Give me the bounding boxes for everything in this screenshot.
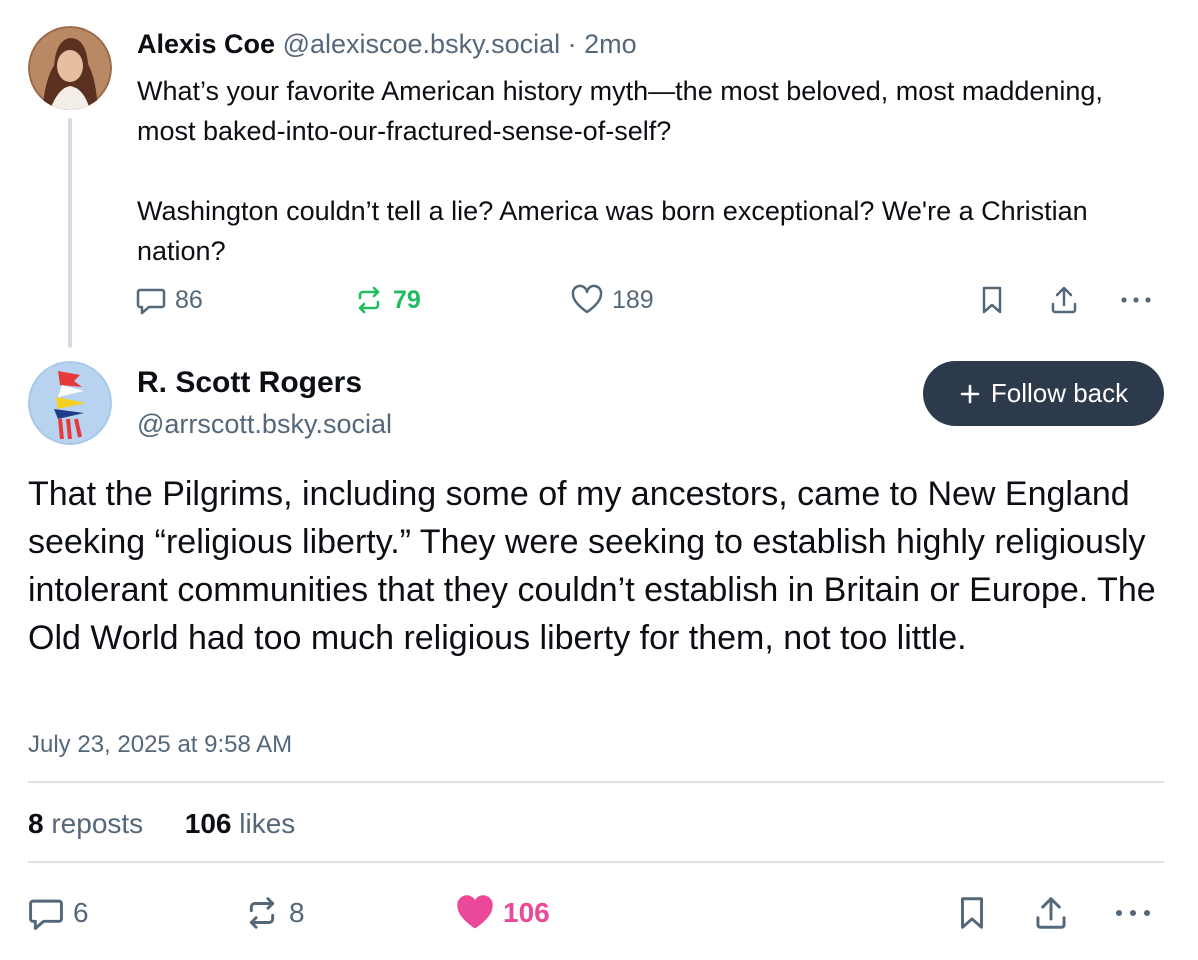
bookmark-button[interactable] bbox=[954, 894, 990, 932]
repost-count: 79 bbox=[393, 285, 421, 314]
reposts-count: 8 bbox=[28, 808, 44, 839]
engagement-stats: 8 reposts 106 likes bbox=[28, 806, 295, 842]
share-button[interactable] bbox=[1048, 284, 1080, 316]
author-handle[interactable]: @alexiscoe.bsky.social bbox=[283, 29, 561, 59]
parent-post-header: Alexis Coe @alexiscoe.bsky.social · 2mo bbox=[137, 27, 637, 61]
likes-count: 106 bbox=[184, 808, 232, 839]
post-age[interactable]: 2mo bbox=[584, 29, 637, 59]
post-timestamp[interactable]: July 23, 2025 at 9:58 AM bbox=[28, 730, 292, 760]
reply-author-name[interactable]: R. Scott Rogers bbox=[137, 364, 362, 402]
more-button[interactable] bbox=[1118, 284, 1154, 316]
header-separator: · bbox=[567, 29, 577, 59]
like-button[interactable]: 189 bbox=[570, 284, 654, 316]
reply-button[interactable]: 86 bbox=[135, 284, 203, 316]
post-paragraph: What’s your favorite American history my… bbox=[137, 76, 1103, 146]
share-button[interactable] bbox=[1032, 894, 1070, 932]
follow-back-button[interactable]: Follow back bbox=[923, 361, 1164, 426]
speech-bubble-icon bbox=[136, 288, 166, 315]
bookmark-button[interactable] bbox=[977, 284, 1007, 316]
reply-count: 6 bbox=[73, 897, 89, 928]
post-paragraph: Washington couldn’t tell a lie? America … bbox=[137, 196, 1088, 266]
plus-icon bbox=[960, 384, 980, 403]
author-name[interactable]: Alexis Coe bbox=[137, 29, 275, 59]
reply-author-avatar[interactable] bbox=[28, 361, 112, 445]
author-avatar[interactable] bbox=[28, 26, 112, 110]
more-button[interactable] bbox=[1112, 894, 1154, 932]
heart-icon bbox=[571, 284, 603, 314]
share-icon bbox=[1051, 286, 1077, 314]
share-icon bbox=[1036, 897, 1066, 929]
likes-label: likes bbox=[239, 808, 296, 839]
likes-stat[interactable]: 106 likes bbox=[185, 808, 296, 839]
reply-button[interactable]: 6 bbox=[27, 894, 89, 932]
reposts-label: reposts bbox=[51, 808, 144, 839]
divider bbox=[28, 781, 1164, 783]
more-dots-icon bbox=[1115, 909, 1151, 917]
more-dots-icon bbox=[1121, 297, 1151, 303]
thread-line bbox=[68, 118, 72, 348]
reposts-stat[interactable]: 8 reposts bbox=[28, 808, 143, 839]
follow-back-label: Follow back bbox=[990, 378, 1129, 408]
repost-button[interactable]: 79 bbox=[353, 284, 421, 316]
divider bbox=[28, 861, 1164, 863]
heart-icon bbox=[457, 895, 493, 929]
parent-post-text: What’s your favorite American history my… bbox=[137, 71, 1157, 271]
reply-post-text: That the Pilgrims, including some of my … bbox=[28, 475, 1156, 657]
reply-count: 86 bbox=[175, 285, 203, 314]
like-count: 106 bbox=[503, 897, 550, 928]
repost-arrows-icon bbox=[249, 897, 275, 929]
repost-count: 8 bbox=[289, 897, 305, 928]
repost-button[interactable]: 8 bbox=[243, 894, 305, 932]
repost-arrows-icon bbox=[358, 286, 380, 314]
bookmark-icon bbox=[961, 897, 983, 929]
like-count: 189 bbox=[612, 285, 654, 314]
bookmark-icon bbox=[982, 286, 1002, 314]
like-button[interactable]: 106 bbox=[455, 894, 550, 932]
speech-bubble-icon bbox=[29, 899, 63, 930]
reply-author-handle[interactable]: @arrscott.bsky.social bbox=[137, 407, 392, 441]
